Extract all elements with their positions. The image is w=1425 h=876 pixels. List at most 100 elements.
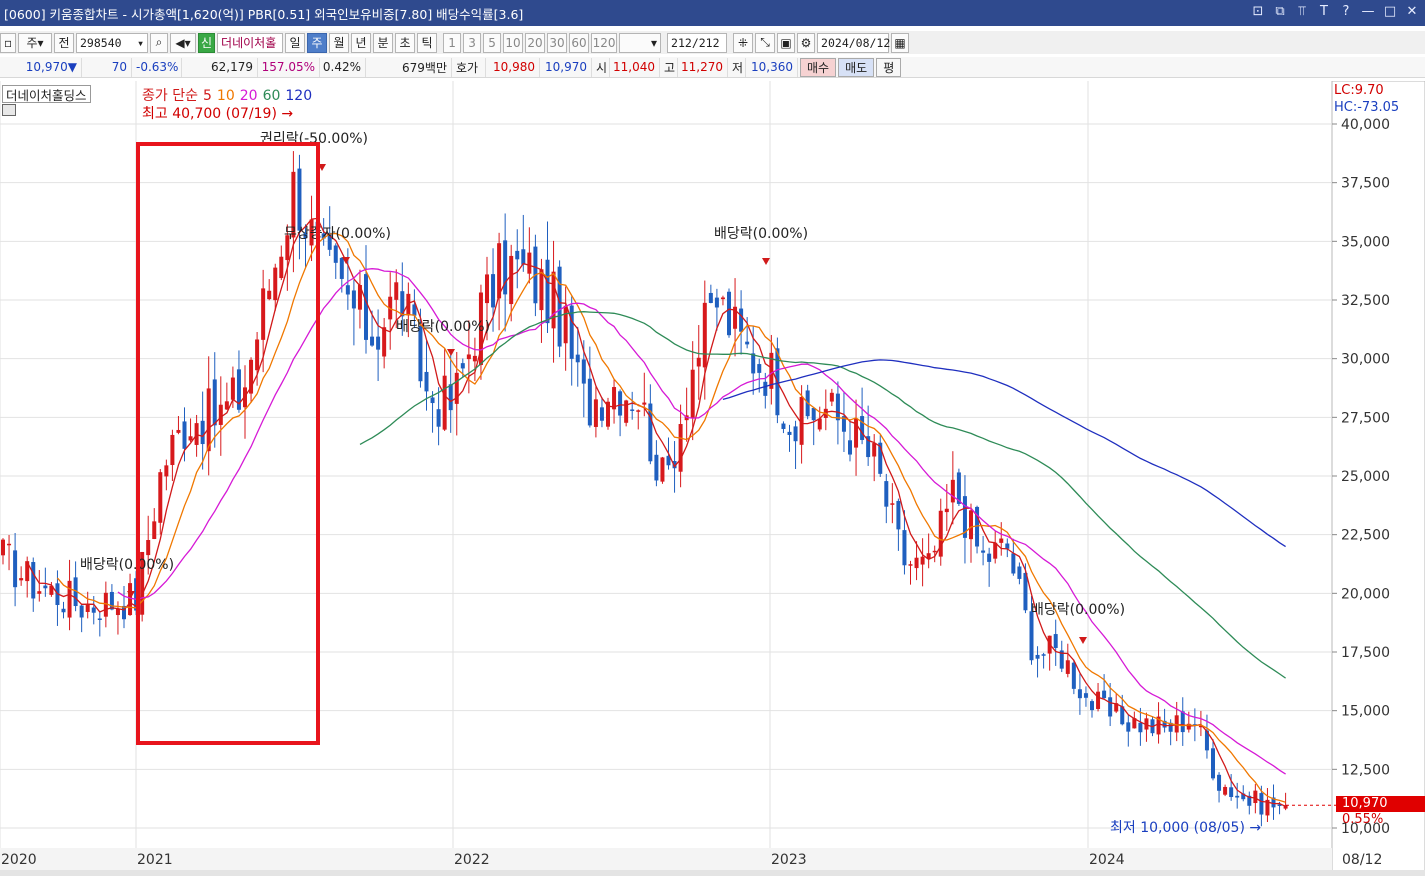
candle-body (1235, 795, 1240, 798)
candle-body (932, 550, 937, 553)
save-icon[interactable]: ▣ (777, 32, 796, 53)
interval-1[interactable]: 1 (443, 32, 462, 53)
stock-name-field[interactable]: 더네이처홀 (217, 32, 284, 53)
quote-row: 10,970 ▼ 70 -0.63% 62,179 157.05% 0.42% 6… (0, 57, 1425, 78)
candle-body (908, 564, 913, 566)
y-tick-label: 15,000 (1341, 704, 1390, 720)
candle-body (19, 578, 24, 581)
data-count-field[interactable]: 212/212 (667, 32, 728, 53)
candle-body (472, 355, 477, 362)
date-field[interactable]: 2024/08/12 (817, 32, 890, 53)
horizontal-scrollbar[interactable] (0, 870, 1425, 876)
sell-button[interactable]: 매도 (838, 57, 875, 77)
table-icon[interactable] (2, 104, 16, 116)
candle-body (817, 418, 822, 430)
tab-second[interactable]: 초 (395, 32, 416, 53)
pin-icon[interactable]: ⫪ (1295, 4, 1309, 19)
candle-body (660, 457, 665, 482)
interval-3[interactable]: 3 (463, 32, 482, 53)
y-tick-label: 40,000 (1341, 117, 1390, 133)
candle-body (902, 530, 907, 566)
y-tick-label: 27,500 (1341, 410, 1390, 426)
menu-icon[interactable]: ▫ (0, 32, 16, 53)
interval-5[interactable]: 5 (483, 32, 502, 53)
sound-icon[interactable]: ◀▾ (170, 32, 196, 53)
candle-body (545, 259, 550, 324)
x-tick-label: 2021 (137, 852, 173, 868)
y-tick-label: 20,000 (1341, 586, 1390, 602)
interval-custom-select[interactable]: ▾ (619, 32, 662, 53)
x-tick-label: 2023 (771, 852, 807, 868)
stock-name-label: 더네이처홀딩스 (2, 85, 91, 103)
calendar-icon[interactable]: ▦ (891, 32, 910, 53)
candle-body (781, 423, 786, 429)
price-chart[interactable]: 40,000 37,500 35,000 32,500 30,000 27,500 25,0… (0, 81, 1425, 876)
font-icon[interactable]: T (1317, 4, 1331, 19)
candle-body (345, 285, 350, 295)
zoom-icon[interactable]: ⤡ (755, 32, 776, 53)
candle-body (950, 479, 955, 503)
interval-10[interactable]: 10 (503, 32, 524, 53)
tab-year[interactable]: 년 (351, 32, 372, 53)
tab-minute[interactable]: 분 (373, 32, 394, 53)
candle-body (1096, 691, 1101, 709)
candle-body (1083, 693, 1088, 698)
candle-body (1011, 553, 1016, 574)
prev-button[interactable]: 전 (54, 32, 74, 53)
candle-body (448, 384, 453, 411)
candle-body (1102, 690, 1107, 699)
maximize-icon[interactable]: □ (1383, 4, 1397, 19)
candle-body (835, 393, 840, 421)
buy-button[interactable]: 매수 (800, 57, 837, 77)
restore-icon[interactable]: ⧉ (1273, 4, 1287, 19)
candle-body (1071, 662, 1076, 689)
help-icon[interactable]: ? (1339, 4, 1353, 19)
legend-ma10: 10 (216, 88, 235, 104)
date-axis-panel (0, 848, 1332, 870)
candle-body (599, 407, 604, 421)
candle-body (593, 399, 598, 427)
candle-body (575, 354, 580, 363)
candle-body (339, 257, 344, 279)
change-percent: -0.63% (132, 57, 182, 77)
y-tick-label: 32,500 (1341, 293, 1390, 309)
candle-body (61, 608, 66, 613)
candle-body (430, 397, 435, 404)
tab-week[interactable]: 주 (307, 32, 328, 53)
search-icon[interactable]: ⌕ (150, 32, 168, 53)
candle-body (793, 426, 798, 442)
candle-body (1108, 697, 1113, 717)
interval-20[interactable]: 20 (525, 32, 546, 53)
candle-body (376, 336, 381, 350)
gear-icon[interactable]: ⚙ (797, 32, 816, 53)
x-tick-label: 08/12 (1342, 852, 1382, 868)
tab-tick[interactable]: 틱 (417, 32, 438, 53)
y-tick-label: 12,500 (1341, 762, 1390, 778)
candle-body (521, 249, 526, 265)
period-unit-select[interactable]: 주 ▾ (18, 32, 52, 53)
layout-icon[interactable]: ⊡ (1251, 4, 1265, 19)
candle-body (969, 510, 973, 540)
eval-button[interactable]: 평 (876, 57, 902, 77)
title-bar: [0600] 키움종합차트 - 시가총액[1,620(억)] PBR[0.51]… (0, 0, 1425, 26)
high-label: 고 (660, 57, 678, 77)
tab-day[interactable]: 일 (285, 32, 306, 53)
candle-body (654, 454, 659, 481)
interval-30[interactable]: 30 (547, 32, 568, 53)
stock-code-input[interactable]: 298540 ▾ (76, 32, 148, 53)
candle-body (364, 274, 368, 340)
candle-body (1023, 572, 1028, 611)
y-tick-label: 37,500 (1341, 176, 1390, 192)
minimize-icon[interactable]: — (1361, 4, 1375, 19)
close-icon[interactable]: ✕ (1405, 4, 1419, 19)
interval-60[interactable]: 60 (569, 32, 590, 53)
candle-body (1217, 774, 1222, 791)
candle-body (690, 369, 695, 419)
candle-body (920, 556, 925, 565)
crosshair-icon[interactable]: ⁜ (733, 32, 754, 53)
open-label: 시 (592, 57, 610, 77)
candle-body (763, 381, 768, 396)
tab-month[interactable]: 월 (329, 32, 350, 53)
candle-body (394, 282, 399, 300)
interval-120[interactable]: 120 (591, 32, 618, 53)
